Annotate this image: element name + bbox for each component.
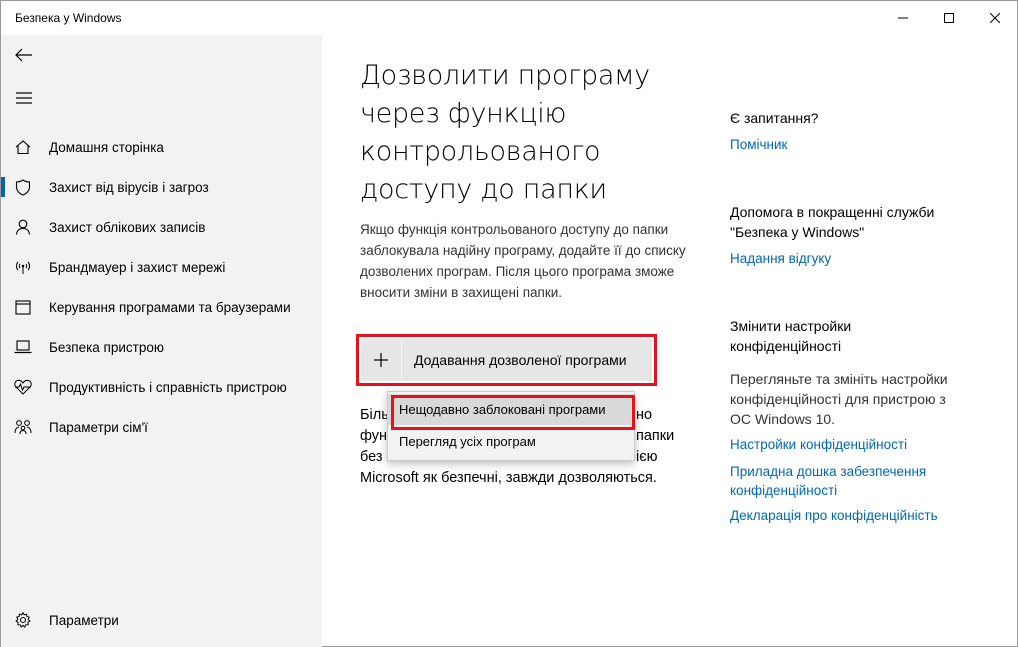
sidebar-item-device-performance[interactable]: Продуктивність і справність пристрою (1, 367, 322, 407)
sidebar-item-label: Домашня сторінка (49, 139, 164, 155)
privacy-statement-link[interactable]: Декларація про конфіденційність (730, 506, 980, 525)
privacy-heading: Змінити настройки конфіденційності (730, 318, 852, 354)
sidebar-item-account-protection[interactable]: Захист облікових записів (1, 207, 322, 247)
sidebar-item-settings[interactable]: Параметри (1, 600, 322, 640)
menu-item-recently-blocked[interactable]: Нещодавно заблоковані програми (388, 394, 635, 430)
gear-icon (1, 612, 45, 628)
home-icon (1, 139, 45, 155)
get-help-link[interactable]: Помічник (730, 135, 980, 154)
page-title: Дозволити програму через функцію контрол… (360, 60, 650, 205)
add-allowed-app-button[interactable]: Додавання дозволеної програми (356, 334, 657, 386)
sidebar-item-label: Безпека пристрою (49, 339, 164, 355)
sidebar-item-label: Керування програмами та браузерами (49, 299, 291, 315)
note-line-3: без (360, 449, 383, 465)
hamburger-icon (16, 92, 32, 104)
family-icon (1, 419, 45, 435)
sidebar-item-device-security[interactable]: Безпека пристрою (1, 327, 322, 367)
note-line-2-end: папки (636, 428, 675, 444)
person-icon (1, 219, 45, 235)
button-divider (401, 339, 402, 381)
note-line-1: Біль (360, 407, 389, 423)
maximize-icon (944, 13, 954, 23)
add-allowed-app-label: Додавання дозволеної програми (414, 352, 627, 368)
app-window-icon (1, 299, 45, 315)
sidebar-item-family-options[interactable]: Параметри сім'ї (1, 407, 322, 447)
app-window: Безпека у Windows Домашня сторінка Захис… (0, 0, 1018, 647)
privacy-dashboard-link[interactable]: Приладна дошка забезпечення конфіденційн… (730, 462, 970, 500)
page-description: Якщо функція контрольованого доступу до … (360, 222, 686, 300)
sidebar-item-label: Захист від вірусів і загроз (49, 179, 209, 195)
improve-heading: Допомога в покращенні служби "Безпека у … (730, 204, 935, 240)
maximize-button[interactable] (926, 1, 972, 35)
window-title: Безпека у Windows (15, 11, 122, 25)
sidebar-item-label: Параметри сім'ї (49, 419, 148, 435)
sidebar: Домашня сторінка Захист від вірусів і за… (1, 35, 322, 647)
back-arrow-icon (15, 48, 32, 62)
hamburger-menu-button[interactable] (1, 78, 47, 118)
sidebar-item-label: Продуктивність і справність пристрою (49, 379, 287, 395)
note-line-4: Microsoft як безпечні, завжди дозволяють… (360, 470, 657, 486)
laptop-icon (1, 340, 45, 354)
privacy-description: Перегляньте та змініть настройки конфіде… (730, 371, 948, 427)
note-line-3-end: ією (636, 449, 658, 465)
sidebar-item-label: Брандмауер і захист мережі (49, 259, 226, 275)
add-app-dropdown-menu: Нещодавно заблоковані програми Перегляд … (387, 391, 635, 461)
sidebar-item-firewall[interactable]: Брандмауер і захист мережі (1, 247, 322, 287)
right-pane: Є запитання? Помічник Допомога в покраще… (730, 35, 1010, 647)
wifi-antenna-icon (1, 259, 45, 275)
privacy-settings-link[interactable]: Настройки конфіденційності (730, 435, 980, 454)
back-button[interactable] (1, 35, 47, 75)
question-heading: Є запитання? (730, 110, 819, 126)
note-line-1-end: но (636, 407, 653, 423)
menu-item-browse-all-apps[interactable]: Перегляд усіх програм (388, 426, 634, 457)
sidebar-item-virus-protection[interactable]: Захист від вірусів і загроз (1, 167, 322, 207)
plus-icon (361, 353, 401, 367)
close-button[interactable] (972, 1, 1018, 35)
sidebar-item-label: Параметри (49, 612, 119, 628)
shield-icon (1, 178, 45, 196)
heart-pulse-icon (1, 379, 45, 395)
minimize-icon (898, 17, 908, 19)
title-bar: Безпека у Windows (1, 1, 1017, 35)
close-icon (990, 13, 1000, 23)
sidebar-item-app-browser-control[interactable]: Керування програмами та браузерами (1, 287, 322, 327)
note-line-2: фун (360, 428, 388, 444)
main-content: Дозволити програму через функцію контрол… (322, 35, 702, 647)
sidebar-item-label: Захист облікових записів (49, 219, 206, 235)
give-feedback-link[interactable]: Надання відгуку (730, 249, 980, 268)
minimize-button[interactable] (880, 1, 926, 35)
sidebar-item-home[interactable]: Домашня сторінка (1, 127, 322, 167)
